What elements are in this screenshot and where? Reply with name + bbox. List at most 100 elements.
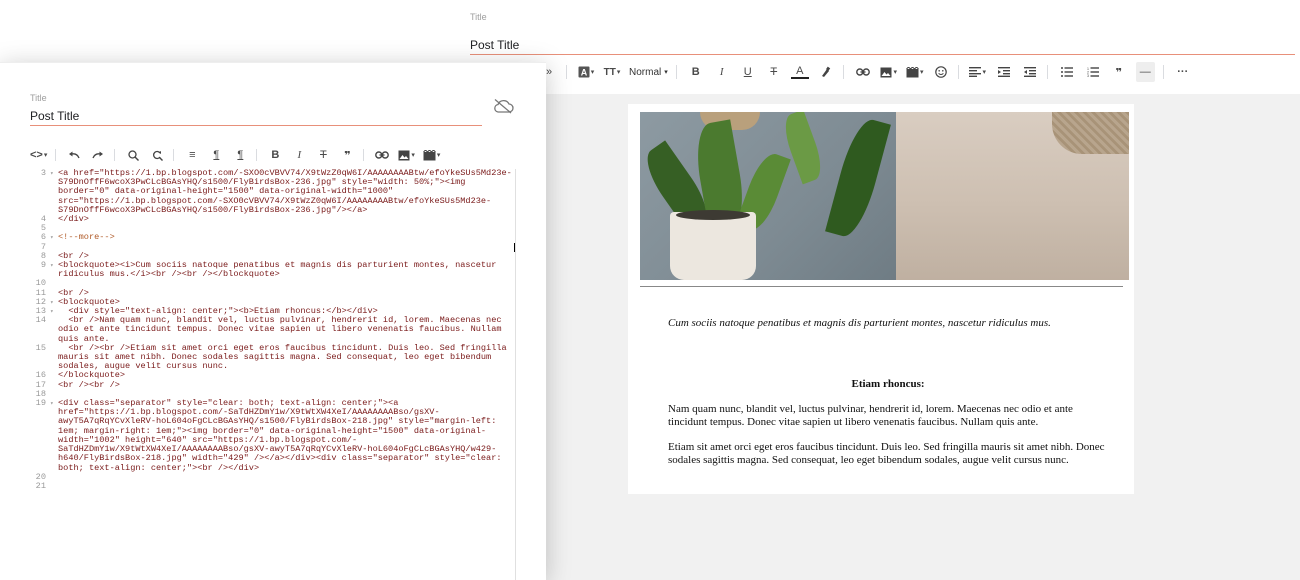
redo-button[interactable]: [90, 146, 106, 164]
compose-title-field[interactable]: Title Post Title: [470, 10, 1295, 55]
html-title-label: Title: [30, 93, 47, 103]
outdent-button[interactable]: [1021, 62, 1039, 82]
fold-toggle-icon[interactable]: ▾: [50, 261, 58, 279]
align-button[interactable]: ▾: [969, 62, 987, 82]
insert-image-button[interactable]: ▾: [880, 62, 898, 82]
insert-image-button[interactable]: ▾: [398, 146, 415, 164]
fold-toggle-icon[interactable]: ▾: [50, 169, 58, 215]
link-button[interactable]: [374, 146, 390, 164]
paragraph-format-value: Normal: [629, 66, 662, 78]
blockquote-button[interactable]: ❞: [1110, 62, 1128, 82]
fold-toggle-icon: [50, 381, 58, 390]
code-line[interactable]: 14 <br />Nam quam nunc, blandit vel, luc…: [26, 316, 515, 344]
align-button[interactable]: ≡: [184, 146, 200, 164]
strikethrough-button[interactable]: T: [765, 62, 783, 82]
italic-button[interactable]: I: [291, 146, 307, 164]
paragraph-format-dropdown[interactable]: Normal ▾: [629, 62, 668, 82]
text-style-button[interactable]: A ▾: [577, 62, 595, 82]
code-line[interactable]: 3 ▾ <a href="https://1.bp.blogspot.com/-SX…: [26, 169, 515, 215]
html-toolbar: <> ▾ ≡ ¶ ¶ B I T ❞ ▾ ▾: [30, 143, 510, 167]
insert-video-button[interactable]: ▾: [906, 62, 924, 82]
ltr-paragraph-button[interactable]: ¶: [208, 146, 224, 164]
text-color-button[interactable]: A: [790, 65, 809, 79]
link-icon: [375, 151, 390, 159]
cloud-off-icon[interactable]: [492, 98, 514, 114]
find-replace-icon: [152, 150, 163, 161]
emoji-button[interactable]: [932, 62, 950, 82]
line-number: 8: [40, 250, 46, 261]
code-line[interactable]: 7: [26, 242, 515, 252]
toolbar-divider: [566, 65, 567, 79]
line-number: 4: [40, 214, 46, 225]
line-number: 5: [40, 223, 46, 234]
fold-toggle-icon: [50, 279, 58, 288]
view-mode-dropdown[interactable]: <> ▾: [30, 146, 47, 164]
chevron-down-icon: ▾: [411, 152, 415, 159]
link-button[interactable]: [854, 62, 872, 82]
fold-toggle-icon[interactable]: ▾: [50, 307, 58, 316]
fold-toggle-icon[interactable]: ▾: [50, 298, 58, 307]
code-line[interactable]: 21: [26, 481, 515, 491]
post-paragraph: Nam quam nunc, blandit vel, luctus pulvi…: [668, 403, 1073, 428]
toolbar-divider: [1046, 65, 1048, 79]
code-text: <blockquote><i>Cum sociis natoque penati…: [58, 260, 502, 280]
more-options-button[interactable]: ···: [1174, 62, 1192, 82]
blockquote-button[interactable]: ❞: [339, 146, 355, 164]
fold-toggle-icon[interactable]: ▾: [50, 399, 58, 473]
code-icon: <>: [30, 149, 43, 161]
undo-icon: [69, 151, 80, 159]
underline-button[interactable]: U: [739, 62, 757, 82]
code-line[interactable]: 10: [26, 279, 515, 288]
numbered-list-button[interactable]: 123: [1084, 62, 1102, 82]
post-paragraph: Etiam sit amet orci eget eros faucibus t…: [668, 441, 1105, 466]
compose-title-input[interactable]: Post Title: [470, 38, 519, 52]
code-text: <br /><br />Etiam sit amet orci eget ero…: [58, 342, 512, 372]
undo-button[interactable]: [66, 146, 82, 164]
compose-title-label: Title: [470, 12, 487, 22]
code-line[interactable]: 17 <br /><br />: [26, 379, 515, 390]
code-text: <!--more-->: [58, 232, 115, 243]
strikethrough-button[interactable]: T: [315, 146, 331, 164]
link-icon: [855, 68, 870, 76]
chevron-down-icon: ▾: [436, 152, 441, 159]
toolbar-divider: [1162, 65, 1164, 79]
html-title-field[interactable]: Title Post Title: [30, 91, 482, 127]
code-line[interactable]: 19 ▾ <div class="separator" style="clear: …: [26, 399, 515, 473]
video-icon: [423, 149, 436, 160]
toolbar-divider: [256, 149, 258, 161]
code-line[interactable]: 20: [26, 472, 515, 482]
bulleted-list-button[interactable]: [1058, 62, 1076, 82]
text-style-icon: A: [578, 66, 590, 78]
code-line[interactable]: 9 ▾ <blockquote><i>Cum sociis natoque pena…: [26, 260, 515, 280]
fold-toggle-icon: [50, 390, 58, 399]
italic-button[interactable]: I: [713, 62, 731, 82]
bold-button[interactable]: B: [267, 146, 283, 164]
font-size-button[interactable]: TT ▾: [603, 62, 621, 82]
code-text: <br /><br />: [58, 379, 120, 390]
horizontal-rule-button[interactable]: —: [1135, 62, 1155, 82]
indent-icon: [997, 67, 1010, 77]
post-body[interactable]: Cum sociis natoque penatibus et magnis d…: [628, 104, 1134, 494]
post-image[interactable]: [640, 112, 1129, 280]
indent-button[interactable]: [995, 62, 1013, 82]
code-line[interactable]: 6 ▾ <!--more-->: [26, 233, 515, 242]
chevron-down-icon: ▾: [616, 69, 621, 76]
fold-toggle-icon[interactable]: ▾: [50, 233, 58, 242]
fold-toggle-icon: [50, 224, 58, 233]
html-code-editor[interactable]: 3 ▾ <a href="https://1.bp.blogspot.com/-SX…: [26, 169, 516, 580]
find-replace-button[interactable]: [149, 146, 165, 164]
html-title-input[interactable]: Post Title: [30, 109, 79, 123]
code-line[interactable]: 15 <br /><br />Etiam sit amet orci eget …: [26, 342, 515, 372]
insert-video-button[interactable]: ▾: [423, 146, 441, 164]
code-text: </div>: [58, 214, 89, 225]
code-line[interactable]: 4 </div>: [26, 214, 515, 225]
search-button[interactable]: [125, 146, 141, 164]
html-title-underline: [30, 125, 482, 126]
highlight-button[interactable]: [817, 62, 835, 82]
fold-toggle-icon: [50, 289, 58, 298]
rtl-paragraph-button[interactable]: ¶: [232, 146, 248, 164]
bold-button[interactable]: B: [687, 62, 705, 82]
